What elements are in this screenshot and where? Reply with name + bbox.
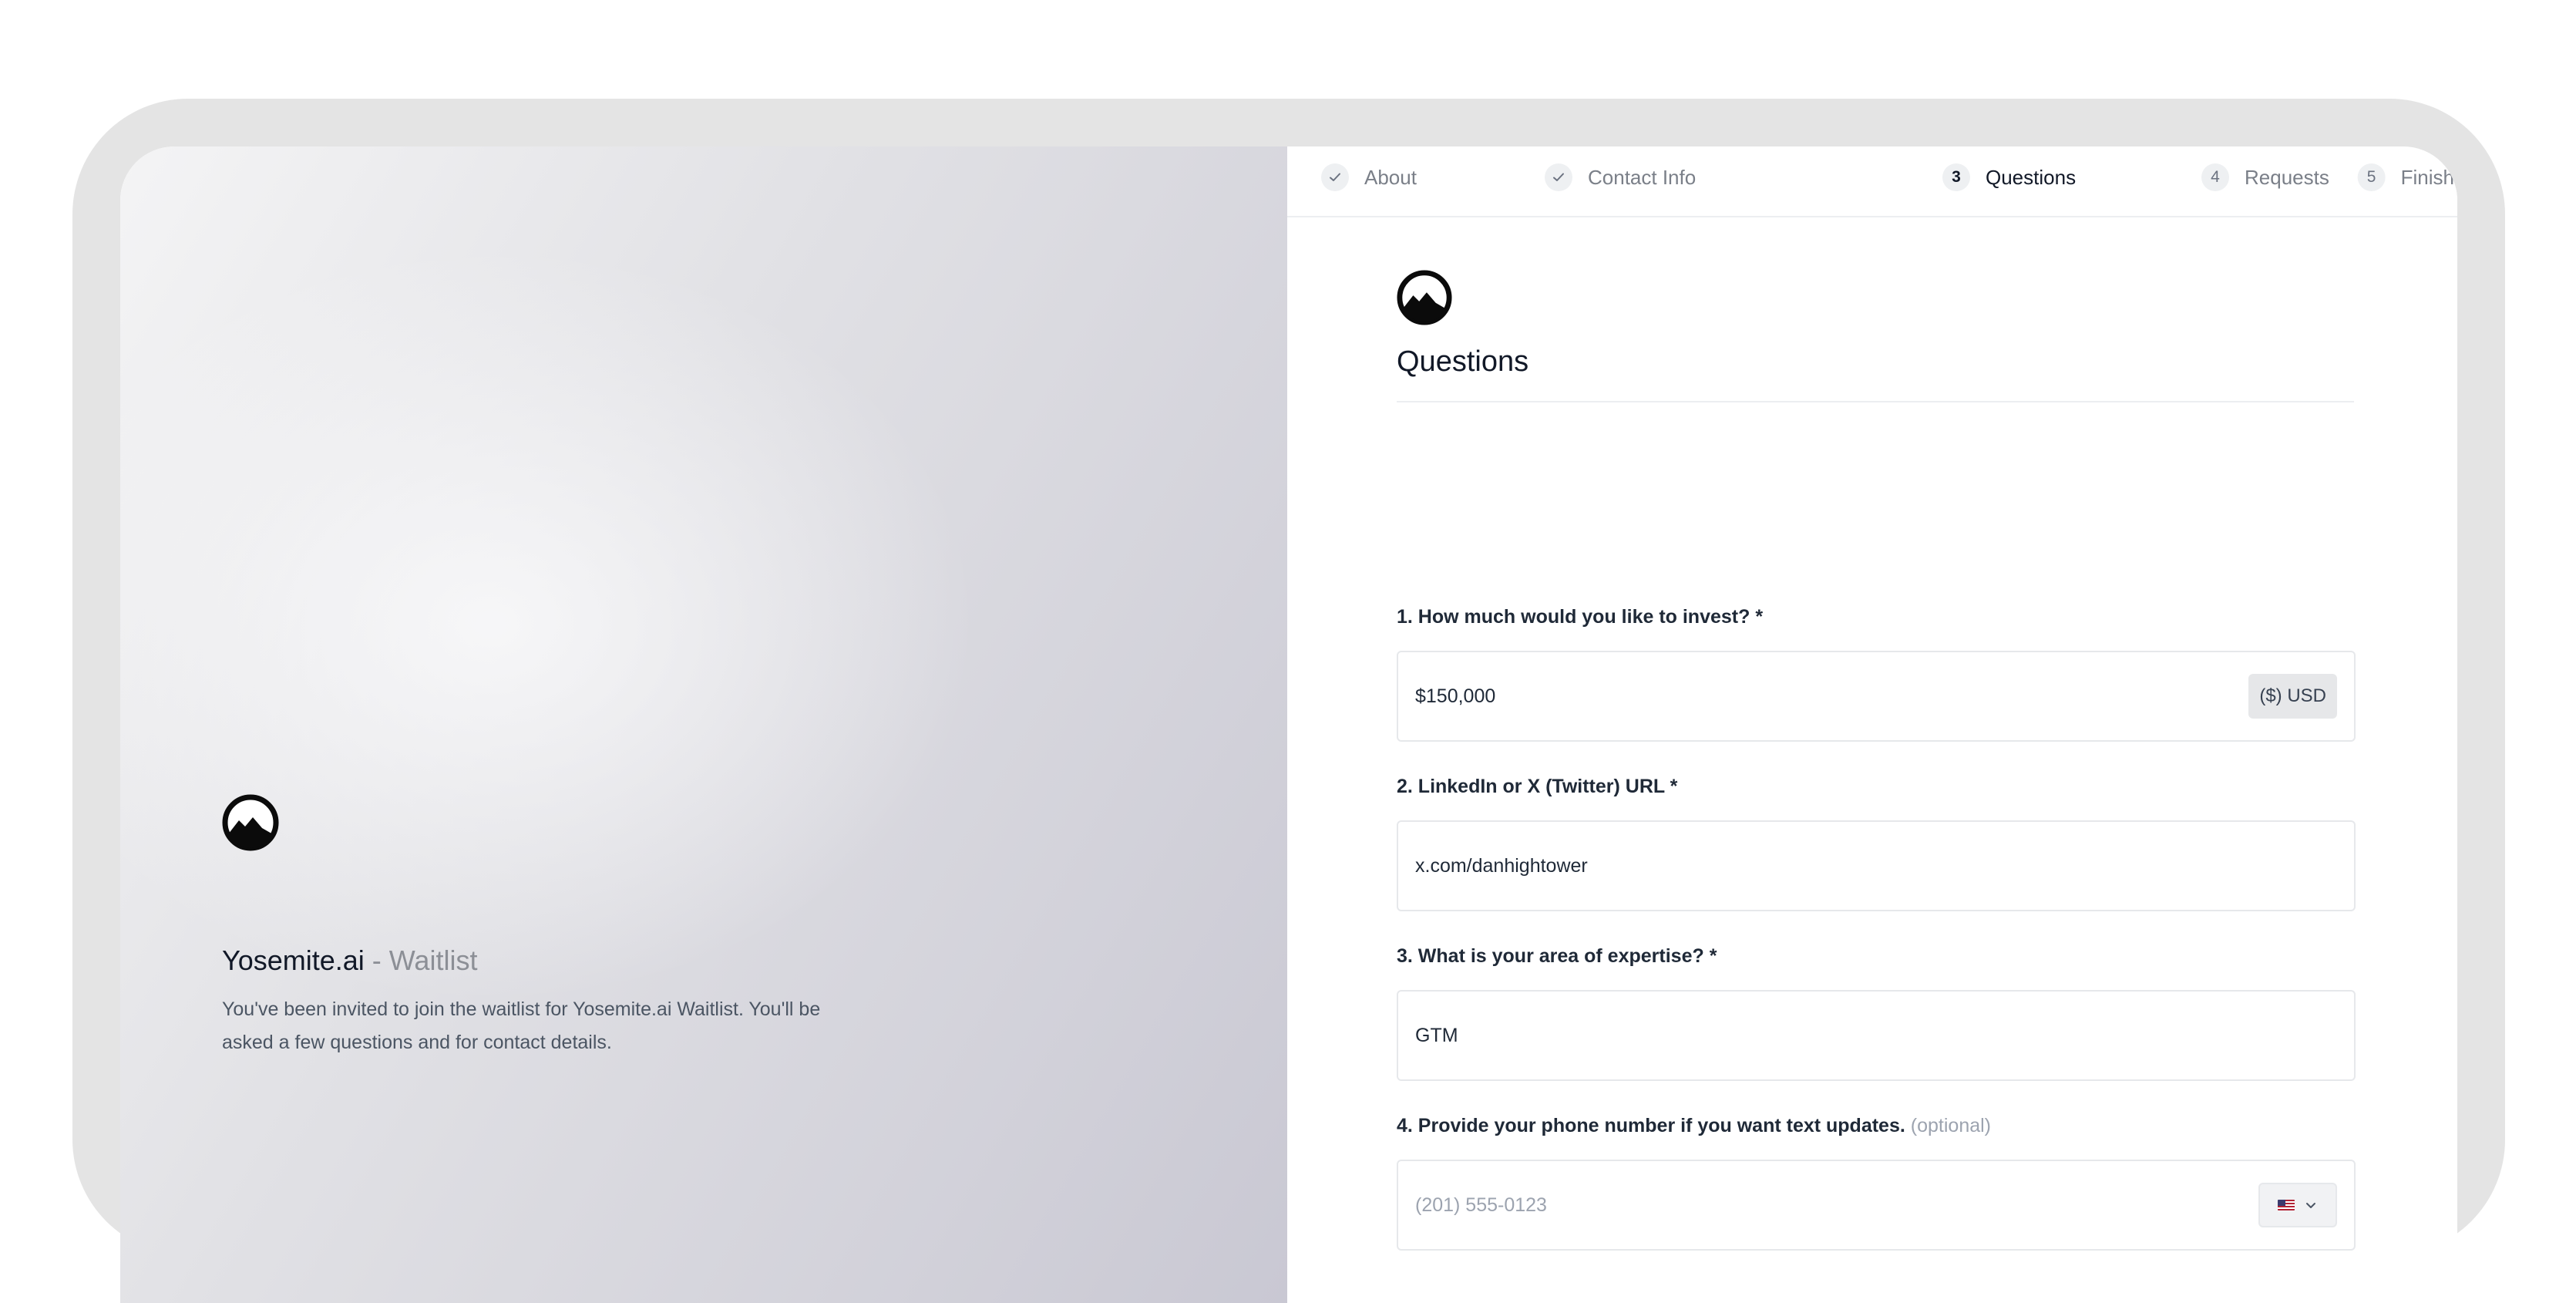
step-contact-info[interactable]: Contact Info	[1545, 162, 1696, 193]
form-title: Questions	[1397, 345, 1529, 378]
optional-tag: (optional)	[1910, 1115, 1992, 1136]
phone-input[interactable]: (201) 555-0123	[1397, 1160, 2356, 1251]
invest-amount-value: $150,000	[1415, 685, 1496, 707]
device-frame: Yosemite.ai - Waitlist You've been invit…	[72, 99, 2505, 1303]
question-4-label: 4. Provide your phone number if you want…	[1397, 1115, 1991, 1137]
hero-title: Yosemite.ai - Waitlist	[222, 944, 477, 977]
social-url-input[interactable]: x.com/danhightower	[1397, 820, 2356, 911]
expertise-input[interactable]: GTM	[1397, 990, 2356, 1081]
hero-panel: Yosemite.ai - Waitlist You've been invit…	[120, 146, 1287, 1303]
hero-description: You've been invited to join the waitlist…	[222, 998, 821, 1053]
step-label: About	[1364, 165, 1417, 189]
country-code-select[interactable]	[2258, 1183, 2337, 1227]
app-screen: Yosemite.ai - Waitlist You've been invit…	[120, 146, 2457, 1303]
step-finish[interactable]: 5 Finish	[2357, 162, 2454, 193]
step-label: Contact Info	[1588, 165, 1697, 189]
step-label: Finish	[2400, 165, 2454, 189]
step-number: 3	[1942, 163, 1970, 191]
invest-amount-input[interactable]: $150,000 ($) USD	[1397, 651, 2356, 742]
step-requests[interactable]: 4 Requests	[2201, 162, 2329, 193]
question-4-text: 4. Provide your phone number if you want…	[1397, 1115, 1905, 1136]
currency-suffix: ($) USD	[2248, 674, 2337, 719]
expertise-value: GTM	[1415, 1024, 1458, 1046]
step-about[interactable]: About	[1321, 162, 1417, 193]
step-number: 5	[2357, 163, 2386, 191]
yosemite-logo-icon	[1397, 270, 1452, 325]
form-panel: About Contact Info 3 Questions 4 Request…	[1287, 146, 2457, 1303]
question-2-label: 2. LinkedIn or X (Twitter) URL *	[1397, 776, 1678, 797]
question-1-label: 1. How much would you like to invest? *	[1397, 606, 1764, 628]
social-url-value: x.com/danhightower	[1415, 854, 1588, 877]
question-3-label: 3. What is your area of expertise? *	[1397, 945, 1717, 967]
brand-suffix: - Waitlist	[372, 944, 478, 976]
check-icon	[1321, 163, 1349, 191]
divider	[1397, 401, 2354, 402]
brand-name: Yosemite.ai	[222, 944, 365, 976]
stepper: About Contact Info 3 Questions 4 Request…	[1287, 146, 2457, 217]
step-number: 4	[2201, 163, 2229, 191]
check-icon	[1545, 163, 1572, 191]
yosemite-logo-icon	[222, 794, 279, 851]
chevron-down-icon	[2306, 1203, 2315, 1208]
step-label: Questions	[1986, 165, 2077, 189]
us-flag-icon	[2278, 1200, 2295, 1210]
phone-placeholder: (201) 555-0123	[1415, 1194, 1547, 1216]
step-questions[interactable]: 3 Questions	[1942, 162, 2076, 193]
step-label: Requests	[2245, 165, 2329, 189]
